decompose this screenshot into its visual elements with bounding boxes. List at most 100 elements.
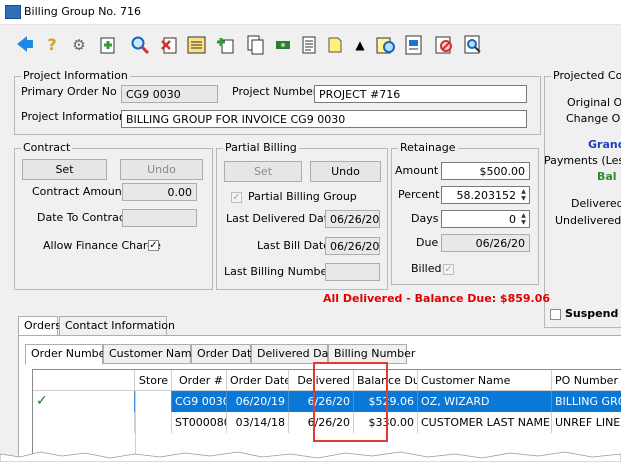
last-bill-date-field[interactable]: 06/26/20	[325, 237, 380, 255]
cell-order-date: 06/20/19	[227, 391, 289, 412]
app-icon	[5, 5, 21, 19]
project-information-label: Project Information	[21, 110, 126, 123]
cell-store	[135, 391, 172, 412]
cell-delivered: 6/26/20	[289, 391, 354, 412]
note-icon[interactable]	[323, 33, 347, 57]
column-header-order-number[interactable]: Order #	[172, 370, 227, 391]
grand-total-label: Grand	[588, 138, 621, 151]
help-icon[interactable]: ?	[40, 33, 64, 57]
contract-undo-button[interactable]: Undo	[120, 159, 203, 180]
retainage-due-field[interactable]: 06/26/20	[441, 234, 530, 252]
cell-store	[135, 412, 172, 433]
date-to-contract-field[interactable]	[122, 209, 197, 227]
cell-customer-name: CUSTOMER LAST NAME, CUSTO	[418, 412, 552, 433]
primary-order-field[interactable]: CG9 0030	[121, 85, 218, 103]
documents-icon[interactable]	[243, 33, 267, 57]
payments-label: Payments (Less	[544, 154, 621, 167]
allow-finance-charge-label: Allow Finance Charge	[43, 239, 161, 252]
partial-billing-set-button[interactable]: Set	[224, 161, 302, 182]
contract-legend: Contract	[21, 141, 73, 154]
contract-amount-field[interactable]: 0.00	[122, 183, 197, 201]
tab-order-date[interactable]: Order Date	[191, 344, 258, 364]
retainage-days-field[interactable]: 0 ▲ ▼	[441, 210, 530, 228]
last-delivered-date-label: Last Delivered Date	[226, 212, 335, 225]
column-header-store[interactable]: Store	[135, 370, 172, 391]
contract-amount-label: Contract Amount	[32, 185, 127, 198]
toolbar: 🡄 ? ⚙ ▲	[0, 26, 621, 64]
retainage-amount-label: Amount	[395, 164, 439, 177]
partial-billing-group-label: Partial Billing Group	[248, 190, 357, 203]
column-header-delivered[interactable]: Delivered	[289, 370, 354, 391]
torn-edge	[0, 451, 621, 462]
cancel-person-icon[interactable]	[432, 33, 456, 57]
contract-set-button[interactable]: Set	[22, 159, 107, 180]
tab-order-number[interactable]: Order Number	[25, 344, 110, 365]
copy-add-icon[interactable]	[213, 33, 237, 57]
last-delivered-date-field[interactable]: 06/26/20	[325, 210, 380, 228]
original-label: Original O	[567, 96, 621, 109]
partial-billing-legend: Partial Billing	[223, 141, 299, 154]
cell-order-number: CG9 0030	[172, 391, 227, 412]
retainage-percent-field[interactable]: 58.203152 ▲ ▼	[441, 186, 530, 204]
billing-group-window: Billing Group No. 716 🡄 ? ⚙ ▲ Project In…	[0, 0, 621, 462]
tab-contact-information[interactable]: Contact Information	[59, 316, 175, 336]
projected-cost-legend: Projected Cost	[551, 69, 621, 82]
delete-icon[interactable]	[157, 33, 181, 57]
notes-icon[interactable]	[185, 33, 209, 57]
report-view-icon[interactable]	[402, 33, 426, 57]
project-information-field[interactable]: BILLING GROUP FOR INVOICE CG9 0030	[121, 110, 527, 128]
back-arrow-icon[interactable]: 🡄	[13, 33, 37, 57]
days-spinner[interactable]: ▲ ▼	[519, 212, 528, 226]
primary-order-label: Primary Order No	[21, 85, 117, 98]
column-header-order-date[interactable]: Order Date	[227, 370, 289, 391]
window-title: Billing Group No. 716	[24, 5, 141, 18]
last-bill-date-label: Last Bill Date	[257, 239, 330, 252]
print-preview-icon[interactable]	[461, 33, 485, 57]
row-check-icon[interactable]: ✓	[33, 391, 135, 412]
undelivered-label: Undelivered	[555, 214, 621, 227]
partial-billing-undo-button[interactable]: Undo	[310, 161, 381, 182]
cell-order-date: 03/14/18	[227, 412, 289, 433]
retainage-billed-label: Billed	[411, 262, 442, 275]
tab-customer-name[interactable]: Customer Name	[103, 344, 198, 364]
triangle-up-icon[interactable]: ▲	[348, 33, 372, 57]
tab-billing-number[interactable]: Billing Number	[328, 344, 415, 364]
money-icon[interactable]	[271, 33, 295, 57]
retainage-days-value: 0	[509, 213, 516, 226]
column-header-customer-name[interactable]: Customer Name	[418, 370, 552, 391]
allow-finance-charge-checkbox[interactable]: ✓	[148, 240, 159, 251]
balance-status-message: All Delivered - Balance Due: $859.06	[323, 292, 551, 305]
title-bar: Billing Group No. 716	[0, 0, 621, 25]
partial-billing-group-checkbox[interactable]: ✓	[231, 192, 242, 203]
retainage-amount-field[interactable]: $500.00	[441, 162, 530, 180]
retainage-legend: Retainage	[398, 141, 458, 154]
column-header-po-number[interactable]: PO Number	[552, 370, 621, 391]
cell-po-number: UNREF LINE	[552, 412, 621, 433]
last-billing-number-label: Last Billing Number	[224, 265, 332, 278]
retainage-billed-checkbox[interactable]: ✓	[443, 264, 454, 275]
percent-spinner[interactable]: ▲ ▼	[519, 188, 528, 202]
cell-po-number: BILLING GROU	[552, 391, 621, 412]
row-check-cell[interactable]	[33, 412, 135, 433]
cell-customer-name: OZ, WIZARD	[418, 391, 552, 412]
report-icon[interactable]	[297, 33, 321, 57]
cell-delivered: 6/26/20	[289, 412, 354, 433]
project-number-field[interactable]: PROJECT #716	[314, 85, 527, 103]
retainage-due-label: Due	[416, 236, 439, 249]
retainage-percent-value: 58.203152	[456, 189, 517, 202]
tools-icon[interactable]: ⚙	[67, 33, 91, 57]
add-icon[interactable]	[96, 33, 120, 57]
suspend-checkbox[interactable]	[550, 309, 561, 320]
cell-order-number: ST000080	[172, 412, 227, 433]
cell-balance-due: $529.06	[354, 391, 418, 412]
date-to-contract-label: Date To Contract	[37, 211, 130, 224]
search-icon[interactable]	[128, 33, 152, 57]
column-header-balance-due[interactable]: Balance Due	[354, 370, 418, 391]
last-billing-number-field[interactable]	[325, 263, 380, 281]
change-label: Change O	[566, 112, 621, 125]
project-information-legend: Project Information	[21, 69, 130, 82]
tab-orders[interactable]: Orders	[18, 316, 61, 337]
tab-delivered-date[interactable]: Delivered Date	[251, 344, 339, 364]
search-document-icon[interactable]	[374, 33, 398, 57]
retainage-percent-label: Percent	[398, 188, 440, 201]
